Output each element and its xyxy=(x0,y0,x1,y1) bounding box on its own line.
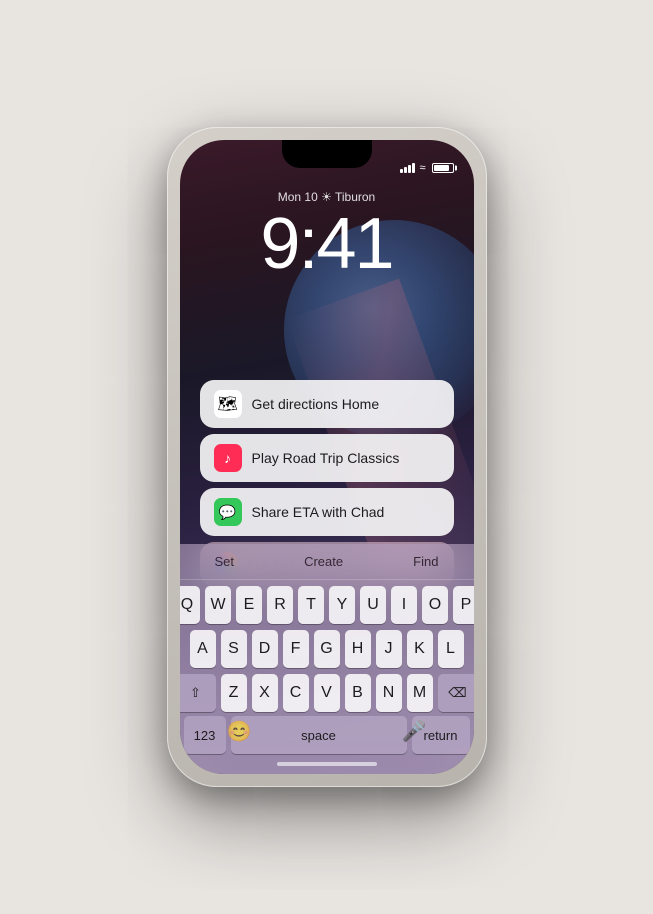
key-u[interactable]: U xyxy=(360,586,386,624)
kb-suggestion-create[interactable]: Create xyxy=(292,550,355,573)
keyboard: Set Create Find Q W E R T Y U I O P xyxy=(180,544,474,774)
suggestion-directions-label: Get directions Home xyxy=(252,396,380,412)
key-n[interactable]: N xyxy=(376,674,402,712)
keyboard-suggestions-row: Set Create Find xyxy=(180,544,474,580)
suggestion-messages[interactable]: 💬 Share ETA with Chad xyxy=(200,488,454,536)
key-i[interactable]: I xyxy=(391,586,417,624)
kb-suggestion-find[interactable]: Find xyxy=(401,550,450,573)
key-y[interactable]: Y xyxy=(329,586,355,624)
wifi-icon: ≈ xyxy=(419,162,425,174)
phone-screen: ≈ Mon 10 ☀ Tiburon 9:41 🗺 Get directions… xyxy=(180,140,474,774)
messages-icon: 💬 xyxy=(214,498,242,526)
signal-icon xyxy=(400,163,415,173)
key-g[interactable]: G xyxy=(314,630,340,668)
key-b[interactable]: B xyxy=(345,674,371,712)
battery-icon xyxy=(432,163,454,173)
delete-key[interactable]: ⌫ xyxy=(438,674,474,712)
maps-icon: 🗺 xyxy=(214,390,242,418)
emoji-icon[interactable]: 😊 xyxy=(227,719,252,744)
key-q[interactable]: Q xyxy=(180,586,201,624)
key-j[interactable]: J xyxy=(376,630,402,668)
kb-row-3: ⇧ Z X C V B N M ⌫ xyxy=(184,674,470,712)
key-e[interactable]: E xyxy=(236,586,262,624)
kb-row-2: A S D F G H J K L xyxy=(184,630,470,668)
numbers-key[interactable]: 123 xyxy=(184,716,226,754)
key-d[interactable]: D xyxy=(252,630,278,668)
kb-row-1: Q W E R T Y U I O P xyxy=(184,586,470,624)
lock-screen-info: Mon 10 ☀ Tiburon 9:41 xyxy=(180,190,474,280)
suggestion-music-label: Play Road Trip Classics xyxy=(252,450,400,466)
key-x[interactable]: X xyxy=(252,674,278,712)
kb-suggestion-set[interactable]: Set xyxy=(203,550,247,573)
key-c[interactable]: C xyxy=(283,674,309,712)
phone-notch xyxy=(282,140,372,168)
key-l[interactable]: L xyxy=(438,630,464,668)
date-weather-text: Mon 10 ☀ Tiburon xyxy=(278,190,375,204)
keyboard-bottom-actions: 😊 🎤 xyxy=(227,719,427,744)
key-s[interactable]: S xyxy=(221,630,247,668)
key-a[interactable]: A xyxy=(190,630,216,668)
suggestion-messages-label: Share ETA with Chad xyxy=(252,504,385,520)
home-indicator[interactable] xyxy=(277,762,377,766)
key-z[interactable]: Z xyxy=(221,674,247,712)
shift-key[interactable]: ⇧ xyxy=(180,674,216,712)
key-o[interactable]: O xyxy=(422,586,448,624)
date-weather: Mon 10 ☀ Tiburon xyxy=(180,190,474,204)
key-v[interactable]: V xyxy=(314,674,340,712)
key-k[interactable]: K xyxy=(407,630,433,668)
key-p[interactable]: P xyxy=(453,586,474,624)
lock-time: 9:41 xyxy=(180,208,474,280)
key-w[interactable]: W xyxy=(205,586,231,624)
phone-frame: ≈ Mon 10 ☀ Tiburon 9:41 🗺 Get directions… xyxy=(167,127,487,787)
key-t[interactable]: T xyxy=(298,586,324,624)
key-m[interactable]: M xyxy=(407,674,433,712)
status-icons: ≈ xyxy=(400,162,453,174)
key-f[interactable]: F xyxy=(283,630,309,668)
keyboard-rows: Q W E R T Y U I O P A S D F G xyxy=(180,580,474,712)
key-r[interactable]: R xyxy=(267,586,293,624)
suggestion-directions[interactable]: 🗺 Get directions Home xyxy=(200,380,454,428)
mic-icon[interactable]: 🎤 xyxy=(402,719,427,744)
music-icon: ♪ xyxy=(214,444,242,472)
suggestion-music[interactable]: ♪ Play Road Trip Classics xyxy=(200,434,454,482)
key-h[interactable]: H xyxy=(345,630,371,668)
